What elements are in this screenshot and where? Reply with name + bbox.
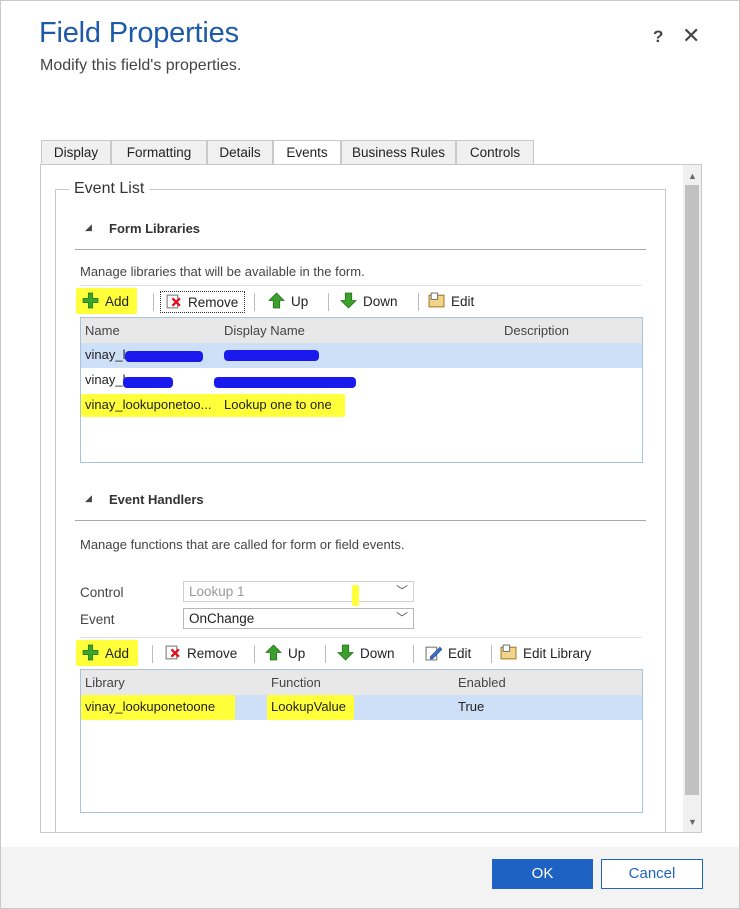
- add-handler-button[interactable]: Add: [82, 643, 129, 665]
- library-edit-icon: [500, 644, 517, 660]
- column-function[interactable]: Function: [271, 675, 321, 690]
- column-library[interactable]: Library: [85, 675, 125, 690]
- arrow-down-icon: [340, 292, 357, 309]
- table-row[interactable]: vinay_lookuponetoo... Lookup one to one: [81, 393, 642, 418]
- collapse-triangle-icon[interactable]: ◢: [85, 222, 92, 233]
- remove-icon: [165, 645, 180, 660]
- edit-pencil-icon: [425, 646, 442, 661]
- ok-button[interactable]: OK: [492, 859, 593, 889]
- column-description[interactable]: Description: [504, 323, 569, 338]
- remove-handler-button[interactable]: Remove: [164, 643, 237, 665]
- column-enabled[interactable]: Enabled: [458, 675, 506, 690]
- move-down-handler-button[interactable]: Down: [337, 643, 395, 665]
- tab-details[interactable]: Details: [207, 140, 273, 165]
- form-libraries-description: Manage libraries that will be available …: [80, 264, 365, 279]
- add-library-button[interactable]: Add: [82, 291, 129, 313]
- remove-library-button[interactable]: Remove: [160, 291, 246, 313]
- form-libraries-toolbar: Add Remove Up Down Edit: [76, 285, 642, 315]
- arrow-down-icon: [337, 644, 354, 661]
- control-label: Control: [80, 585, 124, 600]
- chevron-down-icon: ﹀: [395, 611, 408, 625]
- grid-header: Name Display Name Description: [81, 318, 642, 343]
- scroll-up-icon[interactable]: ▲: [688, 171, 697, 181]
- edit-library-button[interactable]: Edit Library: [500, 643, 591, 665]
- event-select[interactable]: OnChange ﹀: [183, 608, 414, 629]
- table-row[interactable]: vinay_l: [81, 368, 642, 393]
- move-down-library-button[interactable]: Down: [340, 291, 398, 313]
- tab-formatting[interactable]: Formatting: [111, 140, 207, 165]
- dialog-subtitle: Modify this field's properties.: [40, 57, 242, 74]
- grid-header: Library Function Enabled: [81, 670, 642, 695]
- redaction-mark: [214, 377, 356, 388]
- plus-icon: [82, 644, 99, 661]
- event-list-legend: Event List: [69, 180, 150, 198]
- redaction-mark: [224, 350, 319, 361]
- arrow-up-icon: [268, 292, 285, 309]
- close-icon[interactable]: ✕: [682, 23, 700, 49]
- scroll-thumb[interactable]: [685, 185, 699, 795]
- tab-business-rules[interactable]: Business Rules: [341, 140, 456, 165]
- event-handlers-grid: Library Function Enabled vinay_lookupone…: [80, 669, 643, 813]
- chevron-down-icon: ﹀: [395, 584, 408, 598]
- events-tab-panel: ▲ ▼ Event List ◢ Form Libraries Manage l…: [40, 164, 702, 833]
- remove-icon: [166, 294, 181, 309]
- collapse-triangle-icon[interactable]: ◢: [85, 493, 92, 504]
- column-name[interactable]: Name: [85, 323, 120, 338]
- tab-events[interactable]: Events: [273, 140, 341, 166]
- table-row[interactable]: vinay_l: [81, 343, 642, 368]
- section-divider: [75, 249, 646, 250]
- tab-display[interactable]: Display: [41, 140, 111, 165]
- control-select[interactable]: Lookup 1 ﹀: [183, 581, 414, 606]
- event-label: Event: [80, 612, 115, 627]
- arrow-up-icon: [265, 644, 282, 661]
- form-libraries-header[interactable]: Form Libraries: [109, 221, 200, 236]
- tab-controls[interactable]: Controls: [456, 140, 534, 165]
- plus-icon: [82, 292, 99, 309]
- edit-library-button[interactable]: Edit: [428, 291, 474, 313]
- form-libraries-grid: Name Display Name Description vinay_l vi…: [80, 317, 643, 463]
- event-handlers-description: Manage functions that are called for for…: [80, 537, 405, 552]
- event-handlers-header[interactable]: Event Handlers: [109, 492, 204, 507]
- dialog-title: Field Properties: [39, 17, 239, 49]
- table-row[interactable]: vinay_lookuponetoone LookupValue True: [81, 695, 642, 720]
- edit-handler-button[interactable]: Edit: [425, 643, 471, 665]
- move-up-handler-button[interactable]: Up: [265, 643, 305, 665]
- help-icon[interactable]: ?: [653, 27, 663, 47]
- field-properties-dialog: Field Properties Modify this field's pro…: [0, 0, 740, 909]
- cancel-button[interactable]: Cancel: [601, 859, 703, 889]
- scroll-down-icon[interactable]: ▼: [688, 817, 697, 827]
- move-up-library-button[interactable]: Up: [268, 291, 308, 313]
- redaction-mark: [125, 351, 203, 362]
- column-display-name[interactable]: Display Name: [224, 323, 305, 338]
- event-handlers-toolbar: Add Remove Up Down Edit Edit Library: [76, 637, 642, 667]
- vertical-scrollbar[interactable]: ▲ ▼: [683, 165, 701, 832]
- library-edit-icon: [428, 292, 445, 308]
- section-divider: [75, 520, 646, 521]
- redaction-mark: [123, 377, 173, 388]
